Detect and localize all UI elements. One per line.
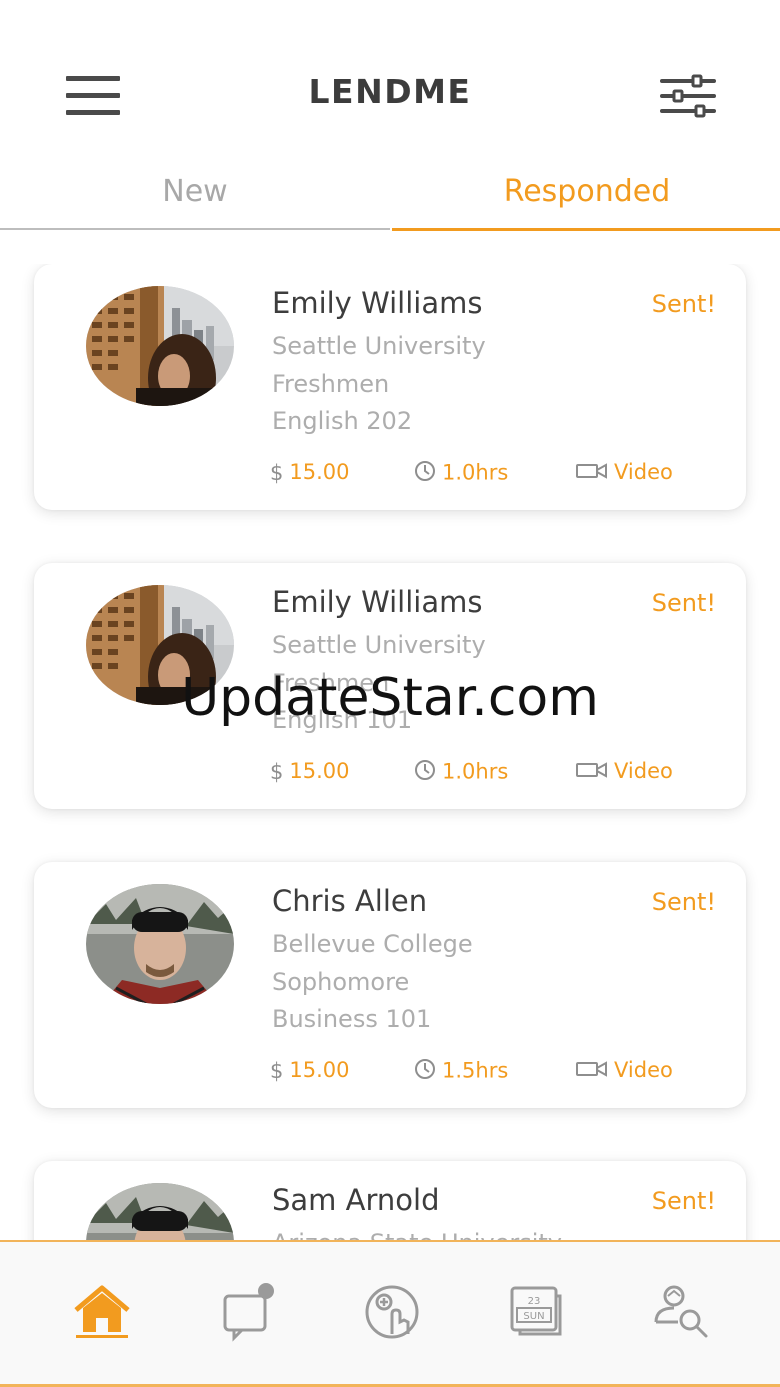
requester-name: Emily Williams	[272, 286, 483, 320]
dollar-icon: $	[270, 1059, 284, 1083]
price-value: 15.00	[289, 759, 350, 783]
watermark-text: UpdateStar.com	[181, 668, 599, 728]
avatar	[86, 884, 234, 1004]
price-value: 15.00	[289, 1058, 350, 1082]
request-list: Emily Williams Sent! Seattle University …	[0, 264, 780, 1241]
tab-responded[interactable]: Responded	[392, 160, 780, 231]
year-label: Freshmen	[272, 370, 390, 398]
clock-icon	[414, 759, 436, 786]
school-label: Seattle University	[272, 332, 486, 360]
request-card[interactable]: Chris Allen Sent! Bellevue College Sopho…	[34, 862, 746, 1108]
mode-value: Video	[614, 460, 673, 484]
course-label: Business 101	[272, 1005, 432, 1033]
school-label: Seattle University	[272, 631, 486, 659]
duration: 1.5hrs	[414, 1058, 508, 1085]
avatar	[86, 1183, 234, 1241]
clock-icon	[414, 460, 436, 487]
status-badge: Sent!	[651, 1187, 716, 1215]
dollar-icon: $	[270, 461, 284, 485]
duration-value: 1.5hrs	[442, 1058, 509, 1083]
school-label: Bellevue College	[272, 930, 473, 958]
calendar-day-number: 23	[528, 1296, 541, 1307]
status-badge: Sent!	[651, 888, 716, 916]
mode-value: Video	[614, 759, 673, 783]
price: $15.00	[270, 1058, 350, 1083]
clock-icon	[414, 1058, 436, 1085]
tab-new[interactable]: New	[0, 160, 390, 230]
calendar-icon[interactable]: 23 SUN	[508, 1282, 568, 1342]
video-camera-icon	[576, 760, 608, 784]
year-label: Sophomore	[272, 968, 410, 996]
chat-icon[interactable]	[222, 1282, 282, 1342]
home-icon[interactable]	[72, 1282, 132, 1342]
app-header: LENDME	[0, 0, 780, 160]
status-badge: Sent!	[651, 589, 716, 617]
sliders-icon[interactable]	[660, 74, 716, 118]
duration-value: 1.0hrs	[442, 759, 509, 784]
add-request-icon[interactable]	[362, 1282, 422, 1342]
requester-name: Emily Williams	[272, 585, 483, 619]
tab-bar: New Responded	[0, 160, 780, 231]
avatar	[86, 286, 234, 406]
requester-name: Sam Arnold	[272, 1183, 440, 1217]
request-card[interactable]: Sam Arnold Sent! Arizona State Universit…	[34, 1161, 746, 1241]
price: $15.00	[270, 460, 350, 485]
video-camera-icon	[576, 461, 608, 485]
requester-name: Chris Allen	[272, 884, 428, 918]
dollar-icon: $	[270, 760, 284, 784]
session-mode: Video	[576, 460, 673, 485]
duration: 1.0hrs	[414, 759, 508, 786]
calendar-day-name: SUN	[523, 1311, 544, 1322]
mode-value: Video	[614, 1058, 673, 1082]
video-camera-icon	[576, 1059, 608, 1083]
bottom-nav: 23 SUN	[0, 1240, 780, 1387]
status-badge: Sent!	[651, 290, 716, 318]
request-card[interactable]: Emily Williams Sent! Seattle University …	[34, 264, 746, 510]
duration: 1.0hrs	[414, 460, 508, 487]
price-value: 15.00	[289, 460, 350, 484]
course-label: English 202	[272, 407, 413, 435]
tutor-search-icon[interactable]	[652, 1282, 712, 1342]
session-mode: Video	[576, 1058, 673, 1083]
session-mode: Video	[576, 759, 673, 784]
duration-value: 1.0hrs	[442, 460, 509, 485]
price: $15.00	[270, 759, 350, 784]
